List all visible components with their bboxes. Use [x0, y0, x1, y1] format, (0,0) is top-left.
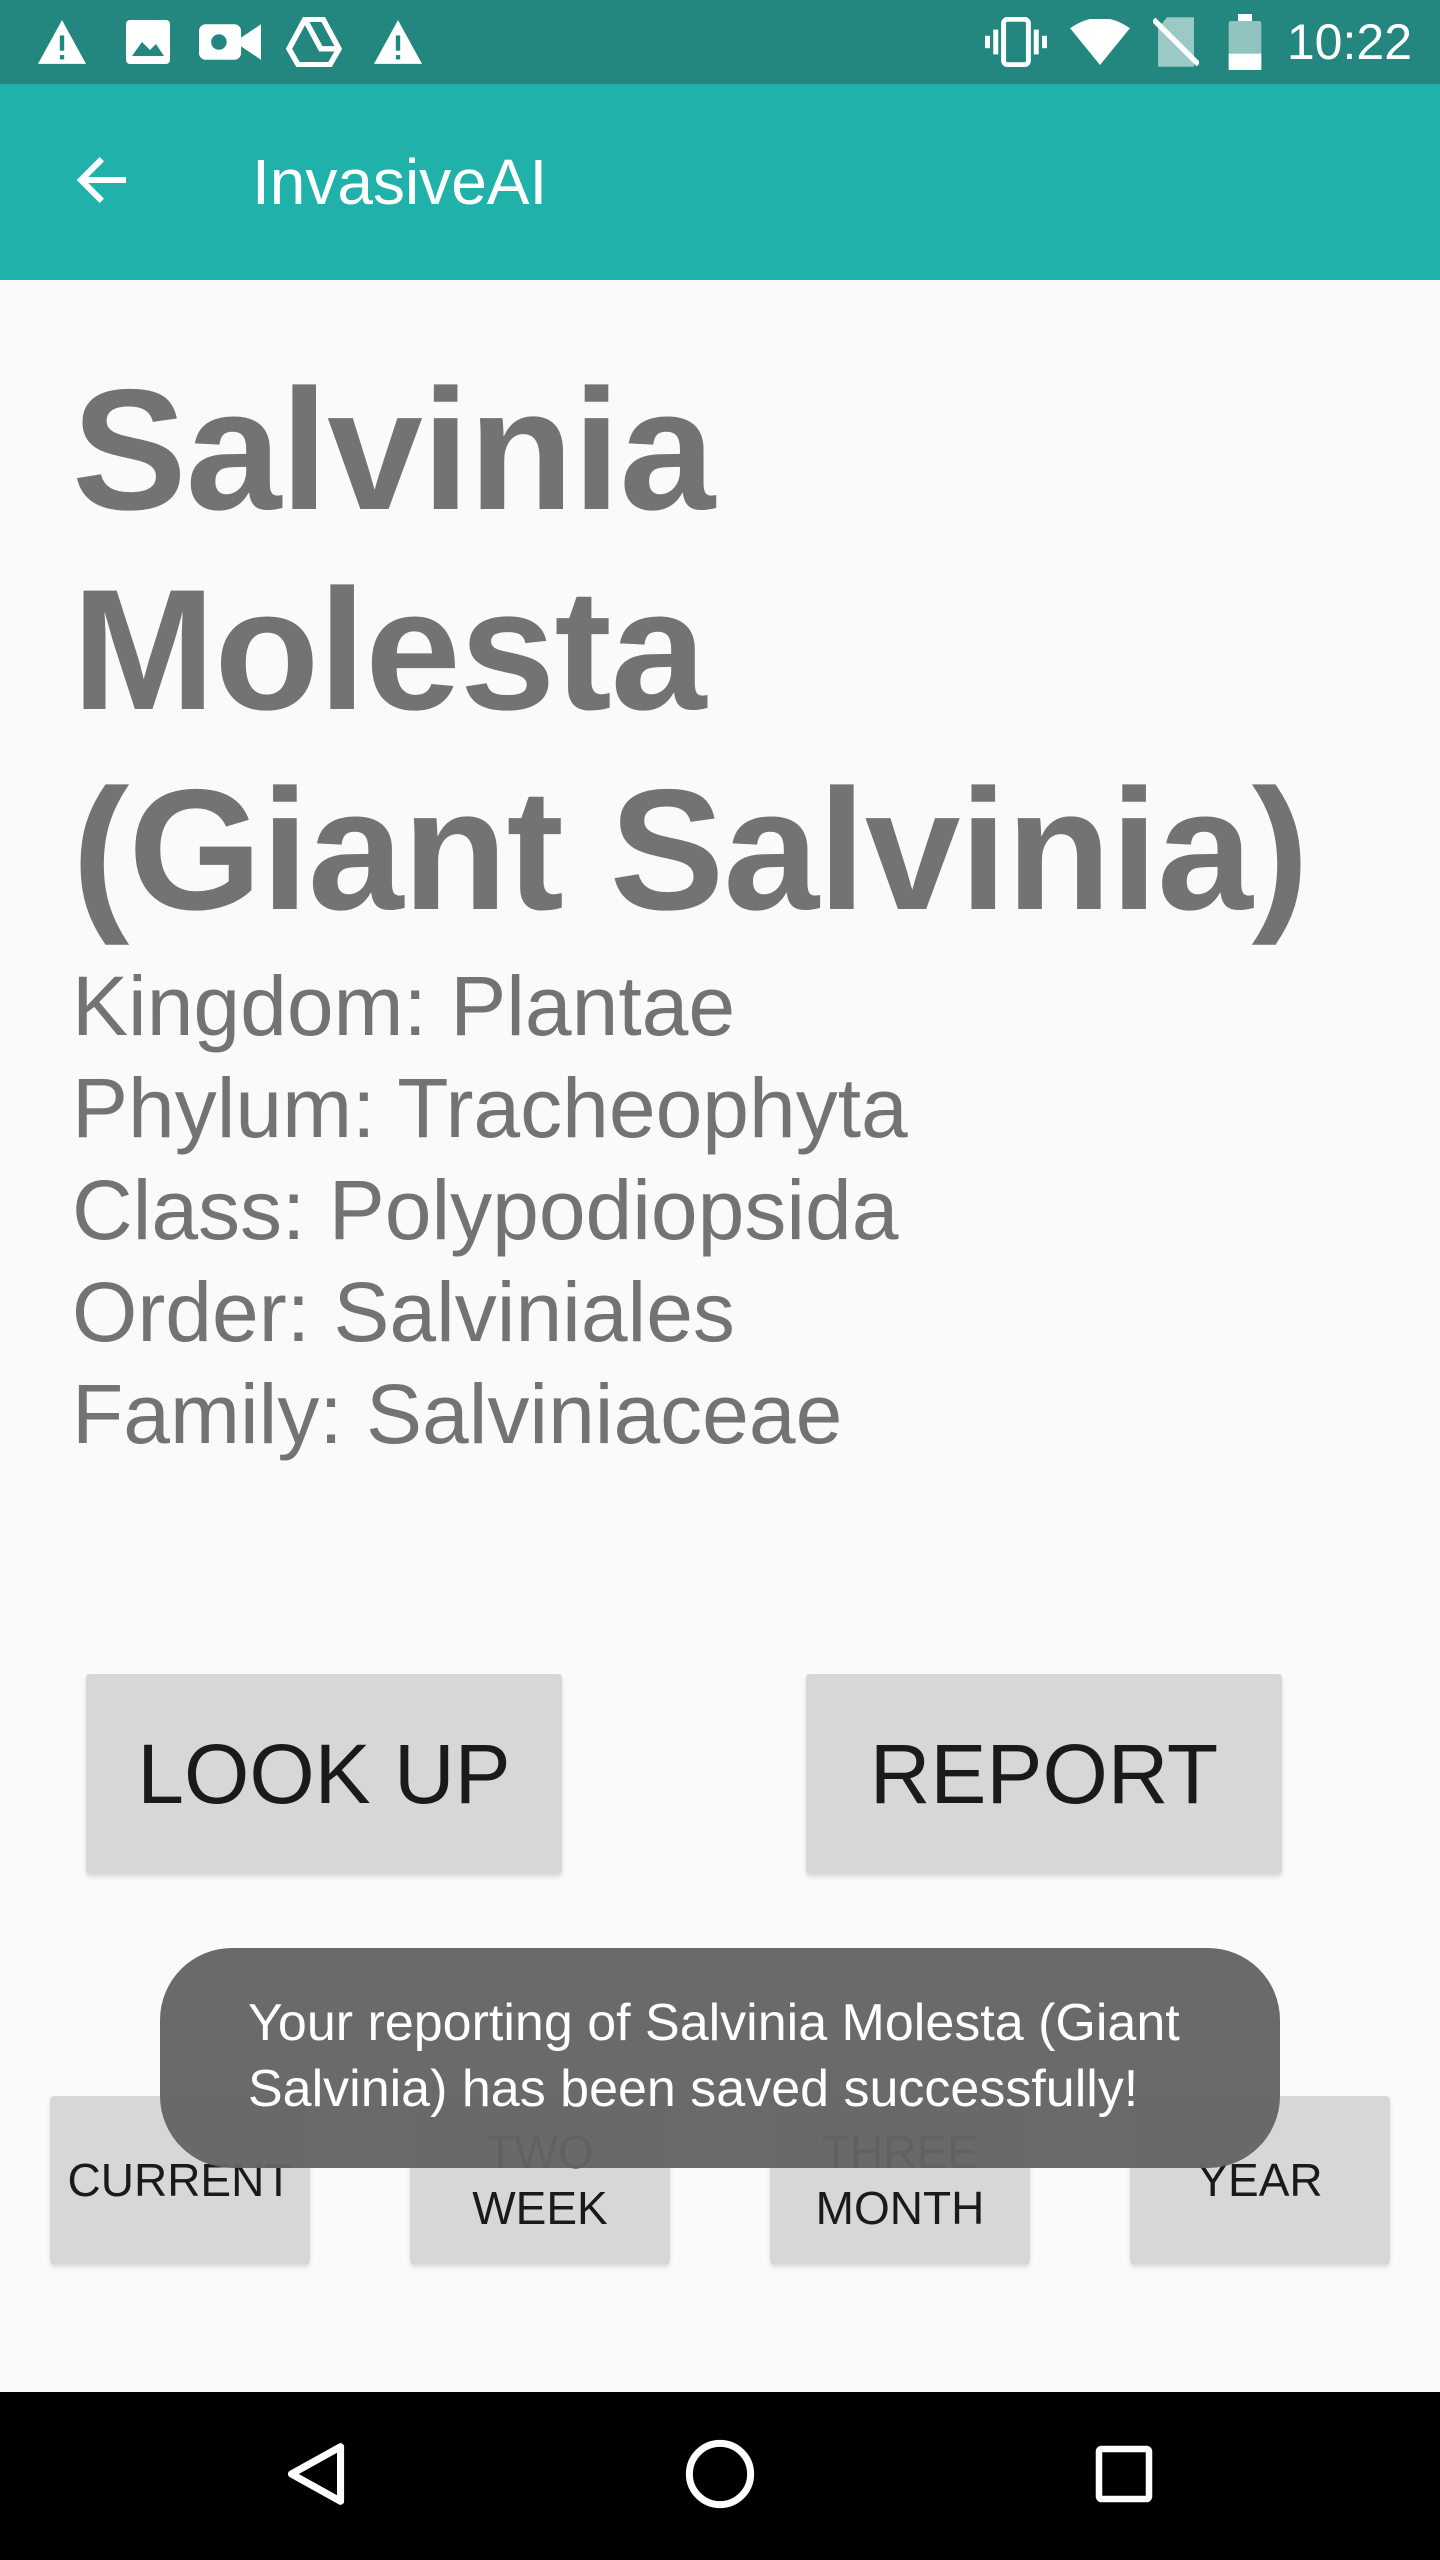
home-circle-icon: [685, 2439, 755, 2514]
species-title: Salvinia Molesta (Giant Salvinia): [72, 350, 1372, 950]
warning-icon: [370, 16, 426, 68]
look-up-button[interactable]: LOOK UP: [86, 1674, 562, 1874]
app-title: InvasiveAI: [252, 146, 548, 218]
wifi-icon: [1068, 16, 1132, 68]
nav-back-button[interactable]: [266, 2426, 366, 2526]
toast-line: Your reporting of Salvinia Molesta (Gian…: [248, 1994, 1180, 2052]
status-bar: 10:22: [0, 0, 1440, 84]
video-camera-icon: [198, 16, 262, 68]
taxonomy-family: Family: Salviniaceae: [72, 1367, 843, 1461]
vibrate-icon: [984, 16, 1048, 68]
recents-square-icon: [1094, 2444, 1154, 2509]
species-title-line: (Giant Salvinia): [72, 754, 1309, 946]
battery-icon: [1222, 14, 1268, 70]
three-month-label-line: MONTH: [815, 2182, 985, 2234]
report-button[interactable]: REPORT: [806, 1674, 1282, 1874]
arrow-back-icon: [70, 152, 134, 213]
taxonomy-list: Kingdom: Plantae Phylum: Tracheophyta Cl…: [72, 955, 1372, 1465]
toast-line: Salvinia) has been saved successfully!: [248, 2060, 1139, 2118]
taxonomy-phylum: Phylum: Tracheophyta: [72, 1061, 908, 1155]
nav-bar: [0, 2392, 1440, 2560]
taxonomy-order: Order: Salviniales: [72, 1265, 735, 1359]
status-time: 10:22: [1286, 14, 1412, 70]
nav-home-button[interactable]: [670, 2426, 770, 2526]
back-triangle-icon: [286, 2440, 346, 2513]
nav-recents-button[interactable]: [1074, 2426, 1174, 2526]
species-title-line: Salvinia Molesta: [72, 354, 715, 746]
two-week-label-line: WEEK: [472, 2182, 608, 2234]
warning-icon: [34, 16, 90, 68]
taxonomy-kingdom: Kingdom: Plantae: [72, 959, 736, 1053]
toast-message: Your reporting of Salvinia Molesta (Gian…: [160, 1948, 1280, 2168]
screen: 10:22 InvasiveAI Salvinia Molesta (Giant…: [0, 0, 1440, 2560]
drive-icon: [284, 16, 344, 68]
taxonomy-class: Class: Polypodiopsida: [72, 1163, 899, 1257]
app-bar: InvasiveAI: [0, 84, 1440, 280]
no-sim-icon: [1148, 16, 1204, 68]
image-icon: [120, 16, 176, 68]
back-button[interactable]: [54, 134, 150, 230]
